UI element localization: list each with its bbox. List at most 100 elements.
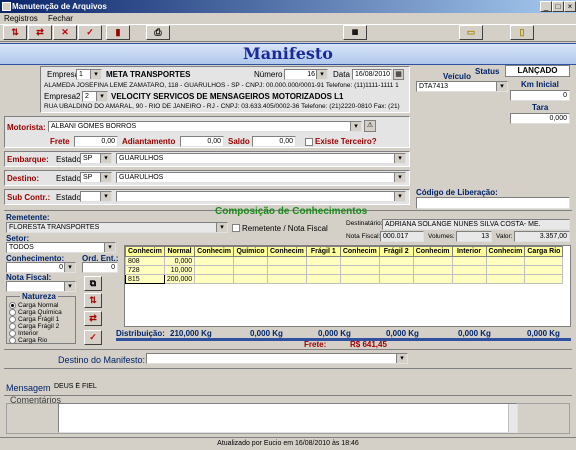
move-up-button[interactable]: ⇅ (84, 293, 102, 308)
report-button[interactable]: ▮ (106, 25, 130, 40)
table-row[interactable]: 808 0,000 (125, 256, 564, 266)
add-record-button[interactable]: ⇅ (3, 25, 27, 40)
remetente-select[interactable]: FLORESTA TRANSPORTES (6, 222, 228, 233)
menu-registros[interactable]: Registros (4, 14, 38, 23)
natureza-option[interactable]: Carga Rio (9, 337, 62, 344)
natureza-option[interactable]: Interior (9, 330, 62, 337)
column-header[interactable]: Frágil 2 (378, 246, 414, 257)
move-down-button[interactable]: ⇄ (84, 311, 102, 326)
saldo-input[interactable]: 0,00 (252, 136, 296, 147)
motorista-select[interactable]: ALBANI GOMES BORROS (48, 121, 362, 132)
grid-cell[interactable] (233, 265, 268, 275)
grid-cell[interactable] (524, 256, 564, 266)
folder-button[interactable]: ▭ (459, 25, 483, 40)
natureza-option[interactable]: Carga Frágil 1 (9, 316, 62, 323)
adiantamento-input[interactable]: 0,00 (180, 136, 224, 147)
grid-cell[interactable]: 0,000 (163, 256, 196, 266)
subcontr-uf-select[interactable] (80, 191, 112, 202)
close-button[interactable]: × (564, 1, 576, 12)
grid-cell[interactable] (233, 274, 268, 284)
grid-cell[interactable] (451, 274, 487, 284)
grid-cell[interactable] (339, 274, 380, 284)
nota-fiscal2-select[interactable] (6, 281, 76, 292)
grid-cell[interactable] (412, 265, 453, 275)
column-header[interactable]: Químico (233, 246, 268, 257)
menu-fechar[interactable]: Fechar (48, 14, 73, 23)
calculator-button[interactable]: ▦ (343, 25, 367, 40)
grid-cell[interactable] (412, 274, 453, 284)
data-input[interactable]: 16/08/2010 (352, 69, 392, 80)
grid-cell[interactable] (451, 256, 487, 266)
radio-icon[interactable] (9, 316, 16, 323)
copy-button[interactable]: ⧉ (84, 276, 102, 291)
grid-cell[interactable] (194, 256, 234, 266)
grid-cell[interactable]: 728 (125, 265, 165, 275)
radio-icon[interactable] (9, 330, 16, 337)
grid-cell[interactable]: 815 (125, 274, 165, 284)
liberacao-input[interactable] (416, 197, 570, 209)
column-header[interactable]: Conhecim (267, 246, 307, 257)
grid-cell[interactable] (305, 265, 341, 275)
table-row[interactable]: 815 200,000 (125, 274, 564, 284)
grid-cell[interactable]: 808 (125, 256, 165, 266)
tara-input[interactable]: 0,000 (510, 113, 570, 124)
natureza-option[interactable]: Carga Frágil 2 (9, 323, 62, 330)
delete-button[interactable]: ✕ (53, 25, 77, 40)
column-header[interactable]: Conhecim (485, 246, 526, 257)
document-button[interactable]: ▯ (510, 25, 534, 40)
column-header[interactable]: Interior (451, 246, 487, 257)
grid-cell[interactable] (524, 274, 564, 284)
column-header[interactable]: Conhecim (412, 246, 453, 257)
print-button[interactable]: ⎙ (146, 25, 170, 40)
radio-icon[interactable] (9, 309, 16, 316)
calendar-icon[interactable]: ▦ (393, 69, 404, 80)
destino-cidade-select[interactable]: GUARULHOS (116, 172, 406, 183)
grid-cell[interactable] (267, 256, 307, 266)
numero-select[interactable]: 16 (284, 69, 328, 80)
column-header[interactable]: Conhecim (194, 246, 234, 257)
radio-icon[interactable] (9, 337, 16, 344)
grid-cell[interactable] (233, 256, 268, 266)
grid-cell[interactable] (339, 256, 380, 266)
grid-cell[interactable] (267, 274, 307, 284)
prev-record-button[interactable]: ⇄ (28, 25, 52, 40)
frete-input[interactable]: 0,00 (74, 136, 118, 147)
destino-manifesto-select[interactable] (146, 353, 408, 364)
grid-cell[interactable] (451, 265, 487, 275)
grid-cell[interactable] (194, 265, 234, 275)
grid-cell[interactable] (378, 256, 414, 266)
terceiro-checkbox[interactable] (305, 138, 313, 146)
confirm-item-button[interactable]: ✓ (84, 330, 102, 345)
grid-cell[interactable]: 10,000 (163, 265, 196, 275)
grid-cell[interactable] (305, 274, 341, 284)
driver-lookup-icon[interactable]: ⚠ (364, 120, 376, 132)
grid-cell[interactable] (412, 256, 453, 266)
grid-cell[interactable] (524, 265, 564, 275)
column-header[interactable]: Carga Rio (524, 246, 564, 257)
column-header[interactable]: Conhecim (339, 246, 380, 257)
empresa-select[interactable]: 1 (76, 69, 102, 80)
column-header[interactable]: Normal (163, 246, 196, 257)
grid-cell[interactable] (267, 265, 307, 275)
grid-cell[interactable] (305, 256, 341, 266)
natureza-option[interactable]: Carga Normal (9, 302, 62, 309)
radio-icon[interactable] (9, 302, 16, 309)
conhecimento-select[interactable]: 0 (6, 262, 76, 273)
natureza-option[interactable]: Carga Química (9, 309, 62, 316)
subcontr-cidade-select[interactable] (116, 191, 406, 202)
grid-cell[interactable] (485, 265, 526, 275)
column-header[interactable]: Conhecim (125, 246, 165, 257)
grid-cell[interactable] (485, 256, 526, 266)
confirm-button[interactable]: ✓ (78, 25, 102, 40)
grid-cell[interactable] (378, 265, 414, 275)
remetente-nota-checkbox[interactable] (232, 224, 240, 232)
grid-cell[interactable] (378, 274, 414, 284)
grid-cell[interactable]: 200,000 (163, 274, 196, 284)
destino-uf-select[interactable]: SP (80, 172, 112, 183)
table-row[interactable]: 728 10,000 (125, 265, 564, 275)
minimize-button[interactable]: _ (540, 1, 552, 12)
empresa2-select[interactable]: 2 (82, 91, 108, 102)
veiculo-select[interactable]: DTA7413 (416, 81, 508, 92)
scrollbar[interactable] (508, 404, 517, 432)
radio-icon[interactable] (9, 323, 16, 330)
